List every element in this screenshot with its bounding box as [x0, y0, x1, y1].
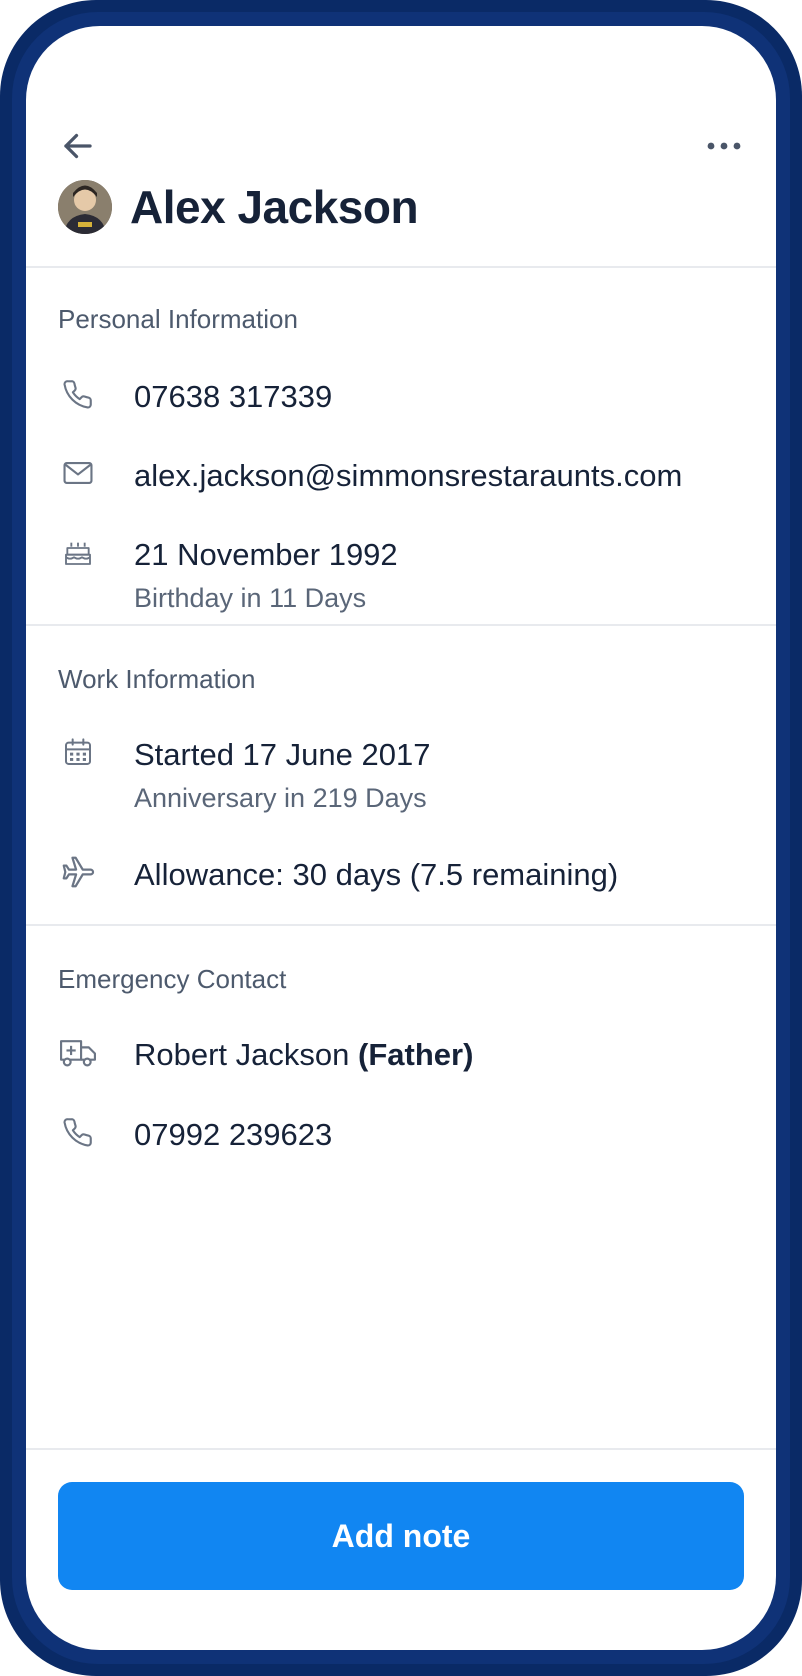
section-title: Personal Information [58, 304, 298, 334]
device-frame: Alex Jackson Personal Information 07638 … [0, 0, 802, 1676]
leave-allowance: Allowance: 30 days (7.5 remaining) [134, 857, 619, 892]
more-horizontal-icon [707, 142, 741, 150]
screen: Alex Jackson Personal Information 07638 … [26, 26, 776, 1650]
airplane-icon [58, 852, 98, 892]
profile-name: Alex Jackson [130, 181, 419, 233]
mail-icon [58, 453, 98, 493]
device-bezel: Alex Jackson Personal Information 07638 … [12, 12, 790, 1664]
section-title: Emergency Contact [58, 964, 287, 994]
arrow-left-icon [64, 133, 92, 159]
emergency-contact-name: Robert Jackson (Father) [134, 1036, 473, 1074]
avatar[interactable] [58, 180, 112, 234]
emergency-phone-number[interactable]: 07992 239623 [134, 1116, 332, 1154]
back-button[interactable] [58, 126, 98, 166]
ambulance-icon [58, 1032, 98, 1072]
emergency-contact-section: Emergency Contact Robert Jackson (Father… [26, 926, 776, 1246]
birthday-date: 21 November 1992 [134, 537, 398, 572]
footer-bar: Add note [26, 1448, 776, 1650]
calendar-icon [58, 732, 98, 772]
contact-relation: (Father) [358, 1037, 474, 1072]
anniversary-countdown: Anniversary in 219 Days [134, 783, 427, 813]
more-options-button[interactable] [704, 130, 744, 162]
personal-information-section: Personal Information 07638 317339 alex.j… [26, 268, 776, 626]
email-address[interactable]: alex.jackson@simmonsrestaraunts.com [134, 457, 682, 495]
section-title: Work Information [58, 664, 256, 694]
phone-icon [58, 1112, 98, 1152]
add-note-button[interactable]: Add note [58, 1482, 744, 1590]
avatar-photo [58, 180, 112, 234]
start-date: Started 17 June 2017 [134, 737, 431, 772]
work-information-section: Work Information Started 17 June 2017 An… [26, 626, 776, 926]
birthday-countdown: Birthday in 11 Days [134, 583, 367, 613]
phone-icon [58, 374, 98, 414]
contact-name: Robert Jackson [134, 1037, 350, 1072]
profile-header: Alex Jackson [26, 26, 776, 268]
phone-number[interactable]: 07638 317339 [134, 378, 332, 416]
birthday-cake-icon [58, 532, 98, 572]
